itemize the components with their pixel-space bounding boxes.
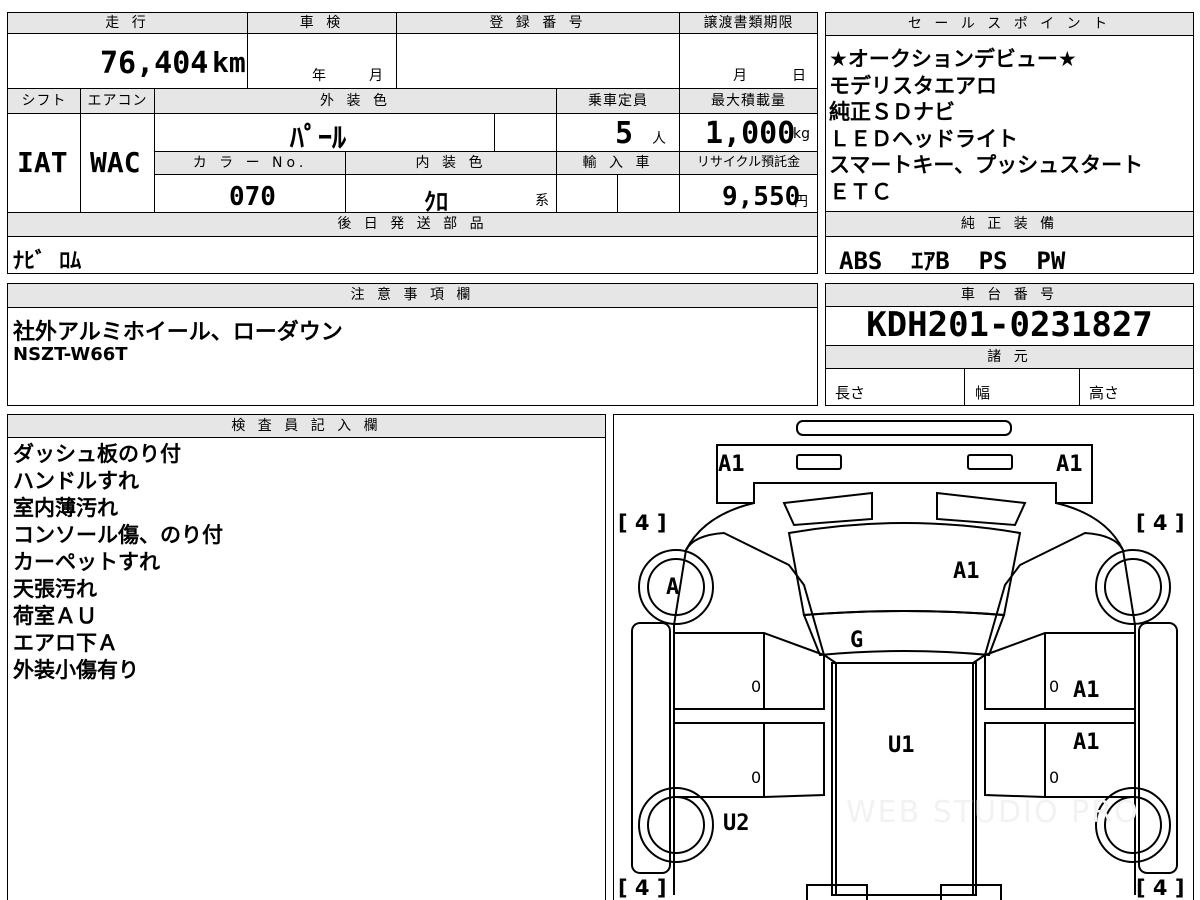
- mileage-value: 76,404: [100, 46, 209, 81]
- rear-left-tire: [638, 787, 714, 863]
- deadline-month-label: 月: [733, 68, 747, 84]
- max-load-unit: kg: [793, 126, 810, 142]
- deadline-day-label: 日: [792, 68, 806, 84]
- inspector-note: コンソール傷、のり付: [13, 523, 223, 547]
- left-rear-door: [673, 722, 825, 798]
- inspector-note: ダッシュ板のり付: [13, 442, 181, 466]
- sales-point: ＬＥＤヘッドライト: [829, 126, 1018, 151]
- capacity-header: 乗車定員: [556, 88, 680, 114]
- door-zero: 0: [1049, 677, 1060, 696]
- registration-header: 登 録 番 号: [396, 12, 680, 34]
- recycle-header: リサイクル預託金: [679, 151, 818, 175]
- genuine-equipment-value: ABS ｴｱB PS PW: [839, 247, 1066, 275]
- roof-panel: [831, 662, 977, 896]
- mark-front-left: A1: [718, 452, 745, 477]
- chassis-header: 車 台 番 号: [825, 283, 1194, 307]
- aircon-header: エアコン: [80, 88, 155, 114]
- transfer-deadline-header: 譲渡書類期限: [679, 12, 818, 34]
- tire-tread-label-rear-left: [ 4 ]: [618, 876, 667, 900]
- inspector-notes-list: ダッシュ板のり付 ハンドルすれ 室内薄汚れ コンソール傷、のり付 カーペットすれ…: [13, 441, 223, 684]
- left-front-door: [673, 632, 825, 710]
- tire-tread-label-front-left: [ 4 ]: [618, 511, 667, 535]
- mileage-unit: km: [212, 46, 246, 79]
- import-header: 輸 入 車: [556, 151, 680, 175]
- mileage-header: 走 行: [7, 12, 248, 34]
- fog-lamp-left: [796, 454, 842, 470]
- inspector-note: ハンドルすれ: [13, 469, 139, 493]
- front-bumper-slot: [796, 420, 1012, 436]
- later-parts-header: 後 日 発 送 部 品: [7, 212, 818, 237]
- fog-lamp-right: [967, 454, 1013, 470]
- sales-point: 純正ＳＤナビ: [829, 100, 955, 124]
- mark-front-left-tire: A: [666, 575, 680, 600]
- tire-tread-label-front-right: [ 4 ]: [1136, 511, 1185, 535]
- sales-point: ★オークションデビュー★: [829, 47, 1077, 71]
- recycle-fee-unit: 円: [794, 194, 808, 210]
- capacity-value: 5: [615, 116, 634, 151]
- capacity-unit: 人: [652, 131, 666, 147]
- door-zero: 0: [751, 768, 762, 787]
- mark-right-front-door: A1: [1073, 678, 1100, 703]
- recycle-fee-value: 9,550: [722, 182, 801, 212]
- windshield: [802, 610, 1006, 657]
- mark-hood: A1: [953, 559, 980, 584]
- mark-windshield: G: [850, 628, 864, 653]
- spec-width-label: 幅: [975, 384, 991, 402]
- sales-point: スマートキー、プッシュスタート: [829, 153, 1144, 177]
- right-front-door: [984, 632, 1136, 710]
- max-load-value: 1,000: [705, 116, 796, 151]
- tire-tread-label-rear-right: [ 4 ]: [1136, 876, 1185, 900]
- interior-color-suffix: 系: [535, 193, 549, 209]
- sales-points-header: セ ー ル ス ポ イ ン ト: [825, 12, 1194, 36]
- mark-right-rear-door: A1: [1073, 730, 1100, 755]
- max-load-header: 最大積載量: [679, 88, 818, 114]
- inspection-year-label: 年: [312, 68, 326, 84]
- inspector-header: 検 査 員 記 入 欄: [7, 414, 606, 438]
- inspector-note: 荷室ＡＵ: [13, 604, 97, 628]
- inspector-note: カーペットすれ: [13, 550, 160, 574]
- inspector-note: 天張汚れ: [13, 577, 97, 601]
- door-zero: 0: [751, 677, 762, 696]
- sales-point: モデリスタエアロ: [829, 73, 997, 98]
- shift-header: シフト: [7, 88, 81, 114]
- headlight-left: [782, 491, 873, 527]
- right-rear-door: [984, 722, 1136, 798]
- later-parts-value: ﾅﾋﾞ ﾛﾑ: [13, 249, 82, 274]
- spec-height-label: 高さ: [1089, 384, 1120, 402]
- notes-line: 社外アルミホイール、ローダウン: [13, 320, 343, 345]
- door-zero: 0: [1049, 768, 1060, 787]
- interior-color-header: 内 装 色: [345, 151, 557, 175]
- car-diagram-panel: A1 A1 A A1 G A1 A1 U1 U2 [ 4 ] [ 4 ] [ 4…: [613, 414, 1194, 900]
- color-no-value: 070: [229, 182, 276, 212]
- inspector-note: 室内薄汚れ: [13, 496, 118, 520]
- sales-point: ＥＴＣ: [829, 179, 892, 204]
- mark-roof: U1: [888, 733, 915, 758]
- shift-value: IAT: [17, 146, 68, 179]
- inspector-note: エアロ下Ａ: [13, 631, 118, 655]
- specs-header: 諸 元: [825, 345, 1194, 369]
- front-bumper: [716, 444, 1093, 504]
- later-parts-box: [7, 236, 818, 274]
- spec-length-label: 長さ: [835, 384, 866, 402]
- headlight-right: [936, 491, 1027, 527]
- notes-line: NSZT-W66T: [13, 344, 128, 365]
- sales-points-list: ★オークションデビュー★ モデリスタエアロ 純正ＳＤナビ ＬＥＤヘッドライト ス…: [829, 46, 1143, 205]
- color-no-header: カ ラ ー No.: [154, 151, 346, 175]
- mark-front-right: A1: [1056, 452, 1083, 477]
- genuine-equipment-header: 純 正 装 備: [825, 211, 1194, 237]
- aircon-value: WAC: [90, 146, 141, 179]
- mark-left-rear-wheel-area: U2: [723, 811, 750, 836]
- inspector-note: 外装小傷有り: [13, 658, 139, 682]
- inspection-month-label: 月: [369, 68, 383, 84]
- inspection-header: 車 検: [247, 12, 397, 34]
- chassis-number-value: KDH201-0231827: [866, 305, 1153, 345]
- exterior-color-header: 外 装 色: [154, 88, 557, 114]
- hood-panel: [787, 522, 1022, 617]
- watermark: WEB STUDIO PRO: [846, 795, 1140, 830]
- exterior-color-value: ﾊﾟｰﾙ: [290, 121, 347, 154]
- notes-header: 注 意 事 項 欄: [7, 283, 818, 308]
